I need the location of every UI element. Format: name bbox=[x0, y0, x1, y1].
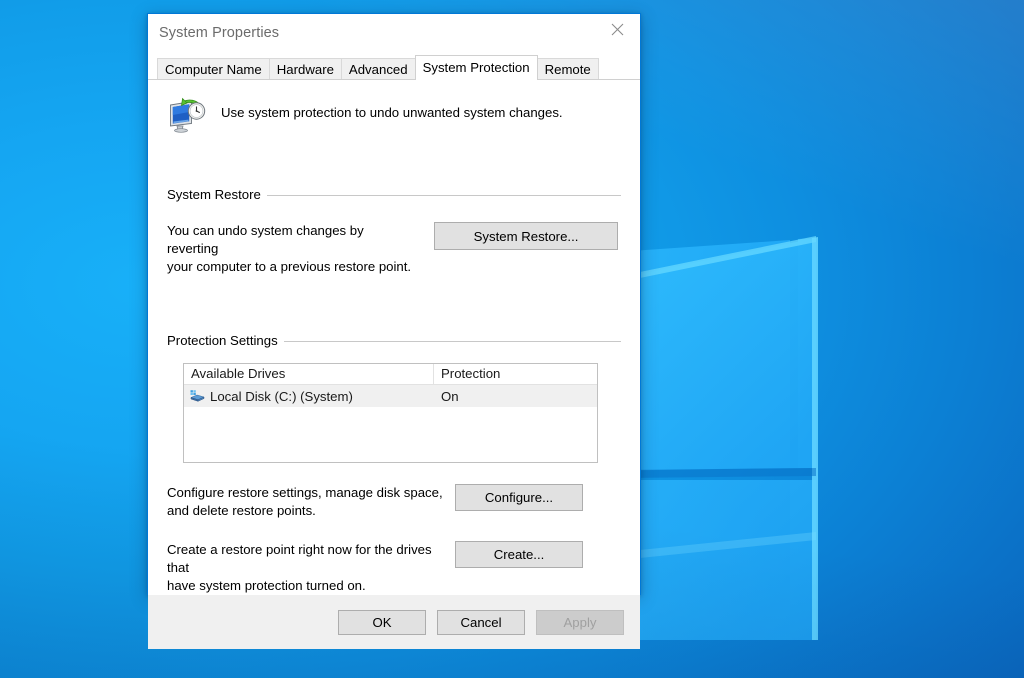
ok-button[interactable]: OK bbox=[338, 610, 426, 635]
available-drives-list[interactable]: Available Drives Protection bbox=[183, 363, 598, 463]
column-header-protection[interactable]: Protection bbox=[434, 364, 597, 384]
system-restore-description-line1: You can undo system changes by reverting bbox=[167, 222, 417, 258]
protection-status-cell: On bbox=[434, 389, 597, 404]
system-restore-group-title: System Restore bbox=[167, 187, 267, 202]
tab-advanced[interactable]: Advanced bbox=[341, 58, 416, 80]
windows-logo-wallpaper bbox=[620, 180, 1024, 640]
drives-list-header: Available Drives Protection bbox=[184, 364, 597, 385]
system-protection-icon bbox=[167, 96, 207, 136]
system-restore-button[interactable]: System Restore... bbox=[434, 222, 618, 250]
protection-settings-group: Protection Settings Available Drives Pro… bbox=[167, 332, 640, 595]
system-restore-description: You can undo system changes by reverting… bbox=[167, 222, 417, 276]
system-properties-dialog: System Properties Computer Name Hardware… bbox=[147, 13, 641, 595]
column-header-available-drives[interactable]: Available Drives bbox=[184, 364, 434, 384]
window-title: System Properties bbox=[148, 14, 279, 41]
cancel-button[interactable]: Cancel bbox=[437, 610, 525, 635]
configure-description-line2: and delete restore points. bbox=[167, 502, 455, 520]
create-description: Create a restore point right now for the… bbox=[167, 541, 455, 595]
tab-computer-name[interactable]: Computer Name bbox=[157, 58, 270, 80]
desktop: System Properties Computer Name Hardware… bbox=[0, 0, 1024, 678]
tab-remote[interactable]: Remote bbox=[537, 58, 599, 80]
title-bar: System Properties bbox=[148, 14, 640, 55]
tab-strip: Computer Name Hardware Advanced System P… bbox=[148, 55, 640, 80]
hard-disk-icon bbox=[189, 388, 205, 404]
configure-description: Configure restore settings, manage disk … bbox=[167, 484, 455, 520]
create-description-line2: have system protection turned on. bbox=[167, 577, 455, 595]
table-row[interactable]: Local Disk (C:) (System) On bbox=[184, 385, 597, 407]
apply-button: Apply bbox=[536, 610, 624, 635]
page-header: Use system protection to undo unwanted s… bbox=[148, 80, 640, 136]
tab-hardware[interactable]: Hardware bbox=[269, 58, 342, 80]
dialog-footer: OK Cancel Apply bbox=[148, 595, 640, 649]
create-button[interactable]: Create... bbox=[455, 541, 583, 568]
configure-button[interactable]: Configure... bbox=[455, 484, 583, 511]
tab-page-system-protection: Use system protection to undo unwanted s… bbox=[148, 79, 640, 595]
page-header-text: Use system protection to undo unwanted s… bbox=[207, 96, 563, 120]
tab-system-protection[interactable]: System Protection bbox=[415, 55, 538, 80]
create-description-line1: Create a restore point right now for the… bbox=[167, 541, 455, 577]
drive-name-label: Local Disk (C:) (System) bbox=[210, 389, 353, 404]
system-restore-description-line2: your computer to a previous restore poin… bbox=[167, 258, 417, 276]
close-icon[interactable] bbox=[594, 14, 640, 44]
drive-name-cell: Local Disk (C:) (System) bbox=[184, 388, 434, 404]
protection-settings-group-title: Protection Settings bbox=[167, 333, 284, 348]
system-restore-group: System Restore You can undo system chang… bbox=[167, 186, 640, 276]
configure-description-line1: Configure restore settings, manage disk … bbox=[167, 484, 455, 502]
